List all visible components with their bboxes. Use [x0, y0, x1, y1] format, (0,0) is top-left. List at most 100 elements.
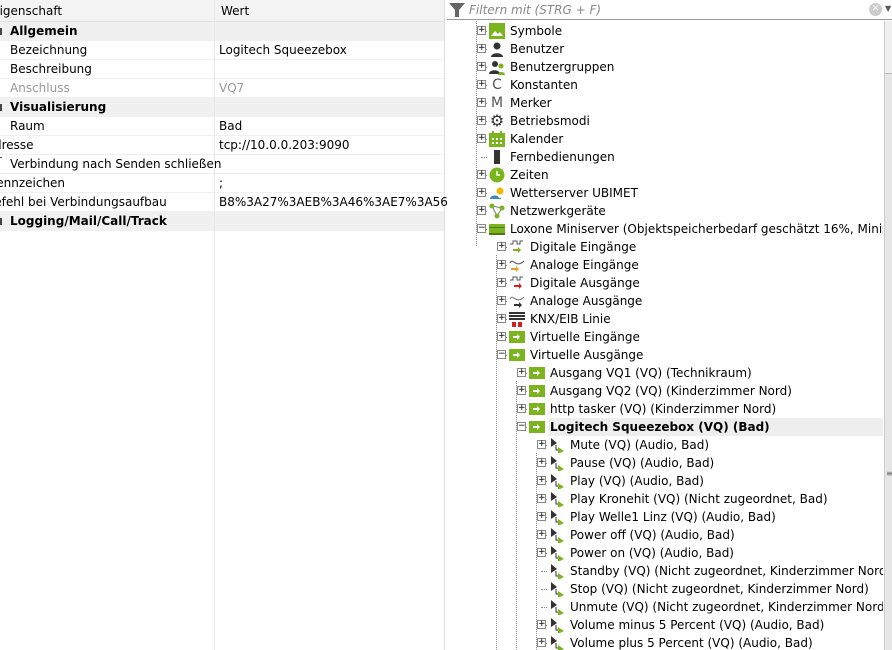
tree-item[interactable]: + Digitale Ausgänge: [447, 274, 883, 292]
tree-item[interactable]: + KNX/EIB Linie: [447, 310, 883, 328]
column-header-property[interactable]: Eigenschaft: [0, 4, 62, 18]
tree-item[interactable]: + Digitale Eingänge: [447, 238, 883, 256]
expand-icon[interactable]: +: [477, 206, 486, 215]
expand-icon[interactable]: +: [517, 386, 526, 395]
tree-item[interactable]: Fernbedienungen: [447, 148, 883, 166]
expand-icon[interactable]: +: [517, 368, 526, 377]
tree-item[interactable]: + Power on (VQ) (Audio, Bad): [447, 544, 883, 562]
property-name: Logging/Mail/Call/Track: [10, 214, 167, 228]
expand-icon[interactable]: +: [497, 278, 506, 287]
tree-item[interactable]: + Mute (VQ) (Audio, Bad): [447, 436, 883, 454]
tree-item[interactable]: Unmute (VQ) (Nicht zugeordnet, Kinderzim…: [447, 598, 883, 616]
property-category[interactable]: Visualisierung: [0, 98, 444, 117]
tree-item[interactable]: + Pause (VQ) (Audio, Bad): [447, 454, 883, 472]
tree-item[interactable]: + C Konstanten: [447, 76, 883, 94]
marker-icon: M: [490, 95, 504, 111]
tree-item[interactable]: + Ausgang VQ2 (VQ) (Kinderzimmer Nord): [447, 382, 883, 400]
property-name: Adresse: [0, 138, 34, 152]
property-value[interactable]: B8%3A27%3AEB%3A46%3AE7%3A56: [219, 195, 448, 209]
chevron-down-icon[interactable]: ▼: [885, 4, 891, 13]
expand-icon[interactable]: +: [477, 80, 486, 89]
collapse-icon[interactable]: [0, 28, 2, 35]
tree-item[interactable]: + Analoge Ausgänge: [447, 292, 883, 310]
property-row[interactable]: Adresse tcp://10.0.0.203:9090: [0, 136, 444, 155]
tree-item[interactable]: + Volume minus 5 Percent (VQ) (Audio, Bad…: [447, 616, 883, 634]
tree-item[interactable]: + Virtuelle Eingänge: [447, 328, 883, 346]
property-category[interactable]: Allgemein: [0, 22, 444, 41]
expand-icon[interactable]: +: [537, 440, 546, 449]
collapse-icon[interactable]: −: [517, 422, 526, 431]
expand-icon[interactable]: +: [477, 98, 486, 107]
column-divider[interactable]: [214, 0, 215, 650]
tree-item[interactable]: + Benutzergruppen: [447, 58, 883, 76]
expand-icon[interactable]: +: [497, 296, 506, 305]
clear-filter-icon[interactable]: ✕: [869, 3, 882, 16]
expand-icon[interactable]: +: [537, 476, 546, 485]
expand-icon[interactable]: +: [477, 62, 486, 71]
tree-item[interactable]: + Benutzer: [447, 40, 883, 58]
expand-icon[interactable]: +: [497, 314, 506, 323]
checkbox[interactable]: [0, 157, 2, 163]
command-icon: [549, 473, 565, 490]
expand-icon[interactable]: +: [537, 548, 546, 557]
tree-item[interactable]: + Wetterserver UBIMET: [447, 184, 883, 202]
collapse-icon[interactable]: [0, 104, 2, 111]
tree-item[interactable]: + Play (VQ) (Audio, Bad): [447, 472, 883, 490]
tree-item[interactable]: + http tasker (VQ) (Kinderzimmer Nord): [447, 400, 883, 418]
tree-item[interactable]: Stop (VQ) (Nicht zugeordnet, Kinderzimme…: [447, 580, 883, 598]
tree-item[interactable]: + Volume plus 5 Percent (VQ) (Audio, Bad): [447, 634, 883, 650]
expand-icon[interactable]: +: [537, 458, 546, 467]
tree-item[interactable]: + Kalender: [447, 130, 883, 148]
tree-item[interactable]: + M Merker: [447, 94, 883, 112]
property-row[interactable]: Trennzeichen;: [0, 174, 444, 193]
expand-icon[interactable]: +: [477, 170, 486, 179]
property-value[interactable]: Bad: [219, 119, 242, 133]
tree-item[interactable]: − Virtuelle Ausgänge: [447, 346, 883, 364]
column-header-value[interactable]: Wert: [221, 4, 249, 18]
expand-icon[interactable]: +: [537, 494, 546, 503]
tree-item[interactable]: + Analoge Eingänge: [447, 256, 883, 274]
tree-item[interactable]: + Power off (VQ) (Audio, Bad): [447, 526, 883, 544]
tree-item[interactable]: + Symbole: [447, 22, 883, 40]
expand-icon[interactable]: +: [477, 44, 486, 53]
tree-item[interactable]: + ⚙ Betriebsmodi: [447, 112, 883, 130]
expand-icon[interactable]: +: [497, 242, 506, 251]
expand-icon[interactable]: +: [537, 638, 546, 647]
tree-item[interactable]: + Zeiten: [447, 166, 883, 184]
tree-item[interactable]: + Ausgang VQ1 (VQ) (Technikraum): [447, 364, 883, 382]
expand-icon[interactable]: +: [537, 530, 546, 539]
expand-icon[interactable]: +: [477, 26, 486, 35]
tree-item[interactable]: − Loxone Miniserver (Objektspeicherbedarf…: [447, 220, 883, 238]
tree-item[interactable]: + Play Kronehit (VQ) (Nicht zugeordnet, B…: [447, 490, 883, 508]
property-row[interactable]: Anschluss VQ7: [0, 79, 444, 98]
property-value[interactable]: Logitech Squeezebox: [219, 43, 347, 57]
tree-item[interactable]: − Logitech Squeezebox (VQ) (Bad): [517, 418, 883, 436]
tree-item[interactable]: + Netzwerkgeräte: [447, 202, 883, 220]
expand-icon[interactable]: +: [477, 188, 486, 197]
vertical-scrollbar[interactable]: ≡: [884, 21, 892, 650]
collapse-icon[interactable]: [0, 218, 2, 225]
collapse-icon[interactable]: −: [497, 350, 506, 359]
property-row[interactable]: Beschreibung: [0, 60, 444, 79]
expand-icon[interactable]: +: [537, 620, 546, 629]
tree-item[interactable]: Standby (VQ) (Nicht zugeordnet, Kinderzi…: [447, 562, 883, 580]
property-row[interactable]: Bezeichnung Logitech Squeezebox: [0, 41, 444, 60]
filter-input[interactable]: [469, 1, 859, 18]
tree-item[interactable]: + Play Welle1 Linz (VQ) (Audio, Bad): [447, 508, 883, 526]
expand-icon[interactable]: +: [477, 116, 486, 125]
scrollbar-thumb[interactable]: ≡: [885, 73, 892, 650]
property-name: Trennzeichen: [0, 176, 66, 190]
property-value[interactable]: tcp://10.0.0.203:9090: [219, 138, 350, 152]
property-row[interactable]: Raum Bad: [0, 117, 444, 136]
property-category[interactable]: Logging/Mail/Call/Track: [0, 212, 444, 231]
property-row[interactable]: Verbindung nach Senden schließen: [0, 155, 444, 174]
expand-icon[interactable]: +: [477, 134, 486, 143]
expand-icon[interactable]: +: [497, 260, 506, 269]
property-value[interactable]: ;: [219, 176, 223, 190]
property-value[interactable]: VQ7: [219, 81, 244, 95]
expand-icon[interactable]: +: [537, 512, 546, 521]
expand-icon[interactable]: +: [517, 404, 526, 413]
expand-icon[interactable]: +: [497, 332, 506, 341]
property-row[interactable]: Befehl bei Verbindungsaufbau B8%3A27%3AEB…: [0, 193, 448, 212]
collapse-icon[interactable]: −: [477, 224, 486, 233]
